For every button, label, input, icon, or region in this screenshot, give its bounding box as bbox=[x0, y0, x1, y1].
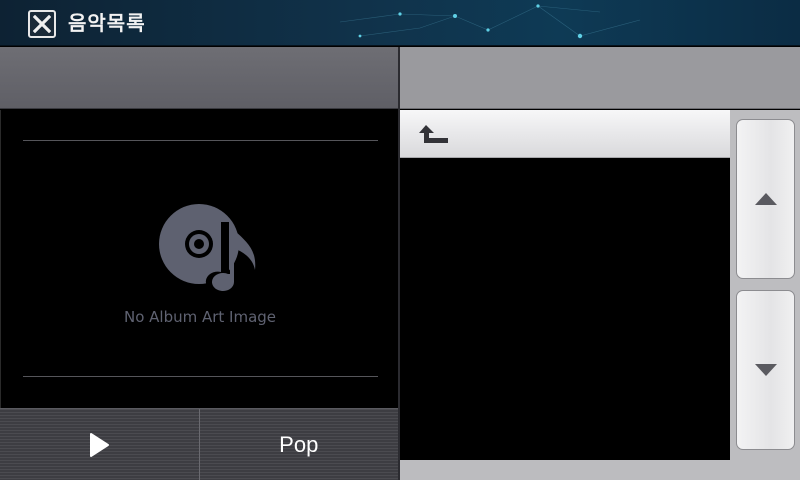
divider-line bbox=[23, 376, 378, 377]
close-button[interactable] bbox=[28, 10, 56, 38]
play-button[interactable] bbox=[0, 409, 199, 480]
scroll-up-button[interactable] bbox=[736, 119, 795, 279]
genre-button[interactable]: Pop bbox=[198, 409, 398, 480]
scroll-controls bbox=[730, 110, 800, 480]
play-icon bbox=[90, 432, 110, 457]
divider-line bbox=[23, 140, 378, 141]
music-list[interactable] bbox=[400, 159, 730, 460]
left-panel-header bbox=[0, 47, 398, 109]
no-album-art-text: No Album Art Image bbox=[123, 308, 277, 326]
close-icon bbox=[33, 15, 51, 33]
genre-label: Pop bbox=[279, 431, 319, 457]
album-art-area: No Album Art Image bbox=[0, 110, 398, 408]
right-panel-header bbox=[400, 47, 800, 109]
return-up-icon bbox=[419, 125, 448, 143]
page-title: 음악목록 bbox=[68, 11, 146, 35]
title-bar: 음악목록 bbox=[0, 0, 800, 46]
playback-controls: Pop bbox=[0, 408, 398, 480]
scroll-down-button[interactable] bbox=[736, 290, 795, 450]
triangle-up-icon bbox=[754, 193, 777, 205]
cd-music-note-icon bbox=[159, 204, 256, 292]
list-footer bbox=[400, 460, 730, 480]
triangle-down-icon bbox=[754, 364, 777, 376]
parent-folder-button[interactable] bbox=[400, 110, 730, 158]
